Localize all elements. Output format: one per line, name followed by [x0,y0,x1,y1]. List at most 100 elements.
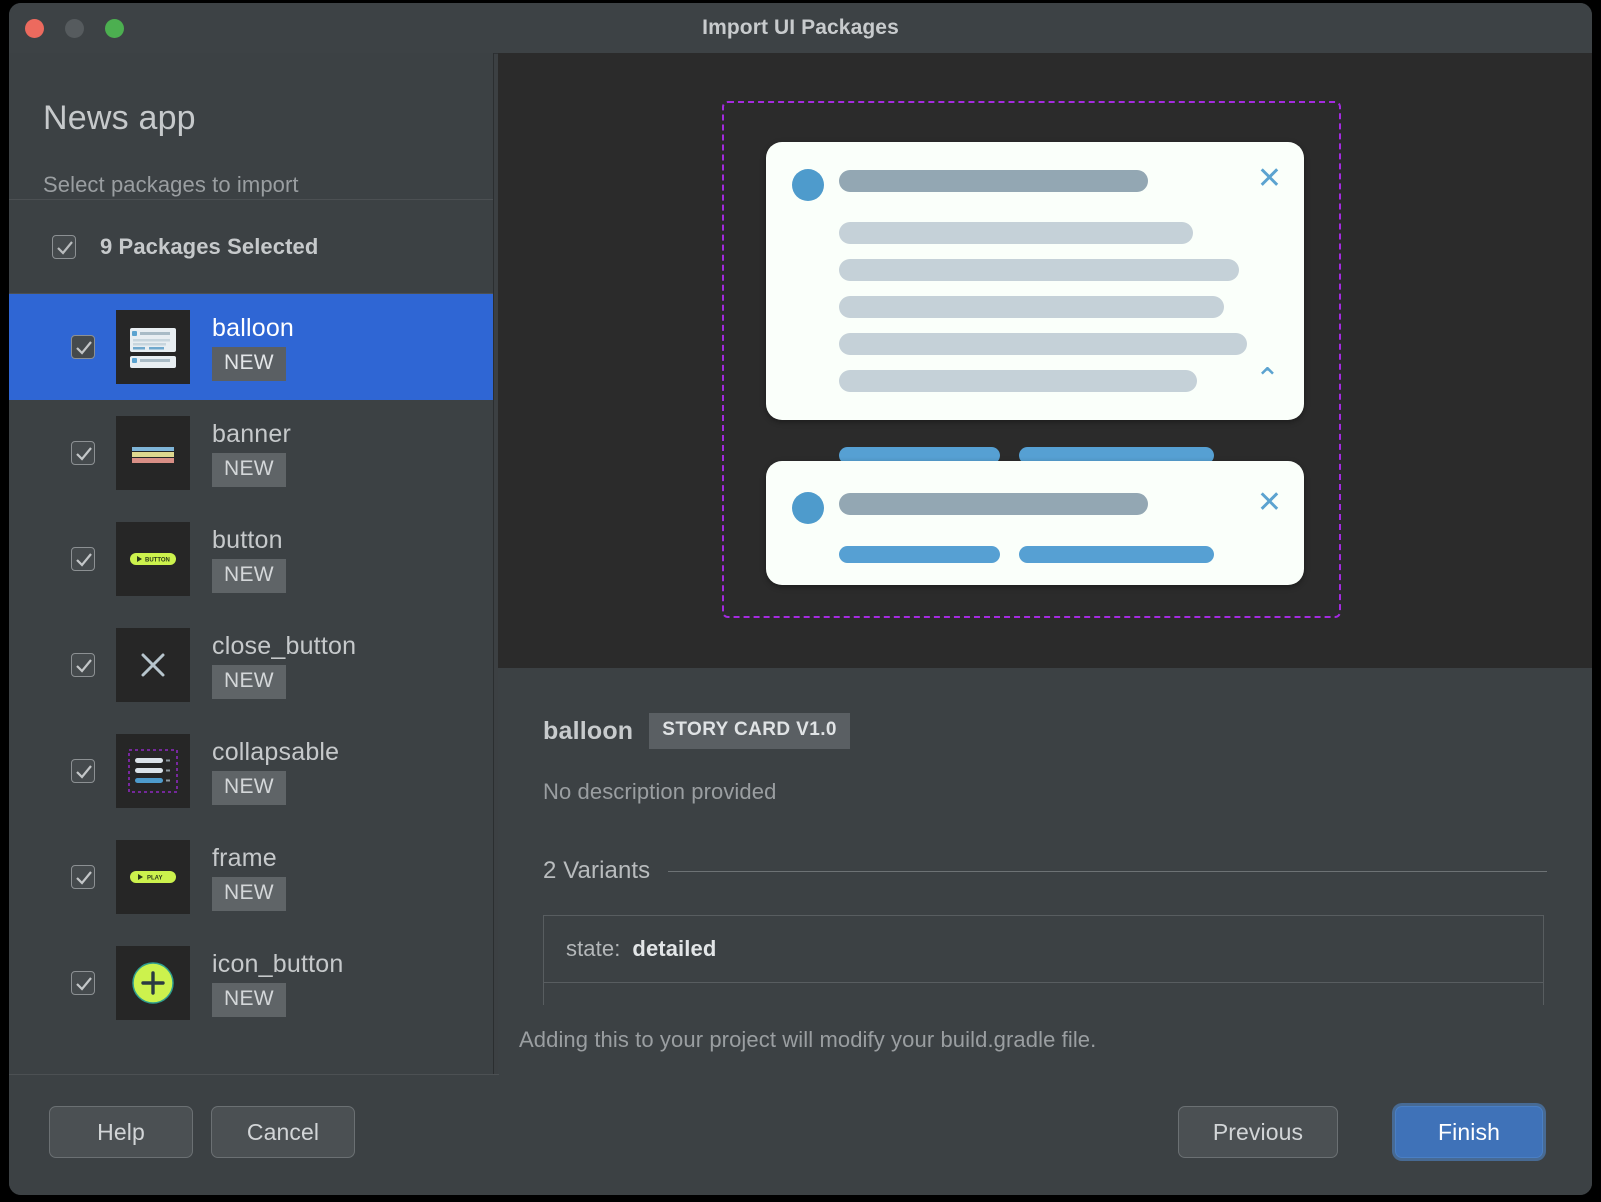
button-thumb: BUTTON [116,522,190,596]
package-name: collapsable [212,738,340,766]
package-meta: collapsable NEW [212,737,339,805]
package-row-icon_button[interactable]: icon_button NEW [9,930,493,1036]
avatar [792,492,824,524]
package-row-close_button[interactable]: close_button NEW [9,612,493,718]
placeholder-line [839,259,1239,281]
checkmark-icon [76,659,92,673]
variant-value: detailed [632,936,717,961]
placeholder-line [839,296,1224,318]
packages-list[interactable]: balloon NEW banner NEW BUTTON button NEW cl… [9,294,493,1075]
placeholder-line [839,370,1197,392]
checkmark-icon [76,765,92,779]
avatar [792,169,824,201]
package-checkbox-frame[interactable] [71,865,95,889]
package-row-banner[interactable]: banner NEW [9,400,493,506]
package-meta: balloon NEW [212,313,294,381]
detail-pane: ✕ ⌃ ✕ balloon STORY CARD V1.0 No descrip… [498,53,1592,1075]
package-row-button[interactable]: BUTTON button NEW [9,506,493,612]
package-name: balloon [212,314,295,342]
checkmark-icon [76,447,92,461]
close-thumb [116,628,190,702]
new-badge: NEW [212,559,286,593]
package-checkbox-close_button[interactable] [71,653,95,677]
help-button[interactable]: Help [49,1106,193,1158]
placeholder-title-bar [839,170,1148,192]
variants-section-header: 2 Variants [543,857,1592,885]
collapsable-thumb [116,734,190,808]
close-icon[interactable]: ✕ [1257,164,1282,194]
package-description: No description provided [543,779,777,804]
package-row-frame[interactable]: PLAY frame NEW [9,824,493,930]
component-preview: ✕ ⌃ ✕ [498,53,1592,668]
placeholder-line [839,333,1247,355]
variant-key: state: [566,936,621,961]
checkmark-icon [57,240,73,255]
preview-card-summary: ✕ [766,461,1304,585]
checkmark-icon [76,553,92,567]
banner-thumb [116,416,190,490]
package-detail-header: balloon STORY CARD V1.0 [543,713,1592,749]
sidebar-subtitle: Select packages to import [43,172,299,197]
package-checkbox-icon_button[interactable] [71,971,95,995]
packages-sidebar: News app Select packages to import 9 Pac… [9,53,494,1075]
balloon-thumb [116,310,190,384]
previous-button[interactable]: Previous [1178,1106,1338,1158]
dialog-footer: Adding this to your project will modify … [9,1005,1592,1195]
checkmark-icon [76,871,92,885]
package-meta: banner NEW [212,419,291,487]
frame-thumb: PLAY [116,840,190,914]
footer-note: Adding this to your project will modify … [519,1027,1097,1052]
placeholder-action-secondary[interactable] [1019,546,1214,563]
package-name: banner [212,420,292,448]
package-checkbox-collapsable[interactable] [71,759,95,783]
package-name: close_button [212,632,357,660]
package-name: button [212,526,283,554]
window-titlebar: Import UI Packages [9,3,1592,54]
close-icon[interactable]: ✕ [1257,488,1282,518]
new-badge: NEW [212,665,286,699]
cancel-button[interactable]: Cancel [211,1106,355,1158]
select-all-checkbox[interactable] [52,234,76,259]
select-all-label: 9 Packages Selected [100,233,319,259]
package-detail-inner: balloon STORY CARD V1.0 No description p… [498,668,1592,1050]
new-badge: NEW [212,877,286,911]
checkmark-icon [76,977,92,991]
section-divider [668,870,1547,872]
package-meta: frame NEW [212,843,286,911]
package-row-balloon[interactable]: balloon NEW [9,294,493,400]
variants-title: 2 Variants [543,857,651,884]
package-checkbox-button[interactable] [71,547,95,571]
dialog-body: News app Select packages to import 9 Pac… [9,53,1592,1075]
new-badge: NEW [212,347,286,381]
new-badge: NEW [212,983,286,1017]
checkmark-icon [76,341,92,355]
new-badge: NEW [212,453,286,487]
icon-button-thumb [116,946,190,1020]
chevron-up-icon[interactable]: ⌃ [1255,365,1280,395]
package-name: frame [212,844,277,872]
package-row-collapsable[interactable]: collapsable NEW [9,718,493,824]
package-checkbox-balloon[interactable] [71,335,95,359]
placeholder-action-primary[interactable] [839,546,1000,563]
component-bounds-outline: ✕ ⌃ ✕ [722,101,1341,618]
package-checkbox-banner[interactable] [71,441,95,465]
svg-text:PLAY: PLAY [147,876,162,882]
window-title: Import UI Packages [702,16,899,39]
package-name: icon_button [212,950,344,978]
placeholder-title-bar [839,493,1148,515]
package-meta: button NEW [212,525,286,593]
package-detail-name: balloon [543,716,634,745]
variant-row[interactable]: state: detailed [544,916,1543,983]
import-ui-packages-window: Import UI Packages News app Select packa… [9,3,1592,1195]
package-meta: icon_button NEW [212,949,343,1017]
sidebar-header: News app Select packages to import [9,53,493,200]
preview-card-detailed: ✕ ⌃ [766,142,1304,464]
select-all-row[interactable]: 9 Packages Selected [9,200,493,294]
app-title: News app [43,99,196,137]
package-meta: close_button NEW [212,631,356,699]
finish-button[interactable]: Finish [1395,1106,1543,1158]
svg-text:BUTTON: BUTTON [145,558,170,564]
version-badge: STORY CARD V1.0 [649,713,850,749]
new-badge: NEW [212,771,286,805]
placeholder-line [839,222,1193,244]
